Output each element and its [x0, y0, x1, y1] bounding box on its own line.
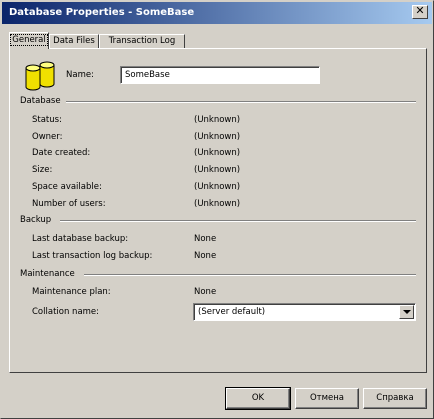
last-database-backup-label: Last database backup: — [32, 234, 129, 244]
date-created-label: Date created: — [32, 148, 91, 158]
help-button[interactable]: Справка — [363, 388, 427, 409]
status-label: Status: — [32, 115, 62, 125]
section-backup-divider — [60, 220, 416, 222]
tab-general-label: General — [10, 34, 48, 46]
section-maintenance-title: Maintenance — [20, 269, 75, 279]
section-database-title: Database — [20, 96, 61, 106]
chevron-down-icon — [403, 310, 411, 314]
owner-label: Owner: — [32, 132, 63, 142]
name-field[interactable]: SomeBase — [120, 66, 320, 84]
status-value: (Unknown) — [194, 115, 241, 125]
title-bar[interactable]: Database Properties - SomeBase ✕ — [2, 2, 432, 24]
window-title: Database Properties - SomeBase — [9, 7, 195, 18]
number-of-users-value: (Unknown) — [194, 199, 241, 209]
tab-data-files-label: Data Files — [53, 36, 95, 46]
section-backup-title: Backup — [20, 215, 52, 225]
date-created-value: (Unknown) — [194, 148, 241, 158]
space-available-value: (Unknown) — [194, 182, 241, 192]
collation-name-select[interactable]: (Server default) — [193, 303, 416, 321]
section-database-divider — [66, 101, 416, 103]
tab-transaction-log-label: Transaction Log — [108, 36, 176, 46]
section-maintenance-divider — [84, 274, 416, 276]
collation-name-label: Collation name: — [32, 307, 100, 317]
general-tab-panel: Name: SomeBase Database Status: (Unknown… — [9, 48, 427, 373]
tab-transaction-log[interactable]: Transaction Log — [99, 34, 185, 48]
owner-value: (Unknown) — [194, 132, 241, 142]
last-log-backup-value: None — [194, 251, 217, 261]
collation-name-value: (Server default) — [198, 307, 266, 317]
collation-dropdown-button[interactable] — [399, 305, 414, 319]
space-available-label: Space available: — [32, 182, 102, 192]
last-log-backup-label: Last transaction log backup: — [32, 251, 153, 261]
dialog-window: Database Properties - SomeBase ✕ General… — [0, 0, 434, 419]
maintenance-plan-label: Maintenance plan: — [32, 287, 111, 297]
cancel-button[interactable]: Отмена — [295, 388, 359, 409]
database-icon — [25, 61, 55, 91]
maintenance-plan-value: None — [194, 287, 217, 297]
last-database-backup-value: None — [194, 234, 217, 244]
size-value: (Unknown) — [194, 165, 241, 175]
tab-data-files[interactable]: Data Files — [49, 34, 99, 48]
close-button[interactable]: ✕ — [412, 4, 428, 19]
tab-general[interactable]: General — [9, 32, 49, 49]
number-of-users-label: Number of users: — [32, 199, 106, 209]
ok-button[interactable]: OK — [225, 387, 291, 410]
size-label: Size: — [32, 165, 53, 175]
close-icon: ✕ — [415, 4, 425, 17]
name-label: Name: — [66, 70, 94, 80]
